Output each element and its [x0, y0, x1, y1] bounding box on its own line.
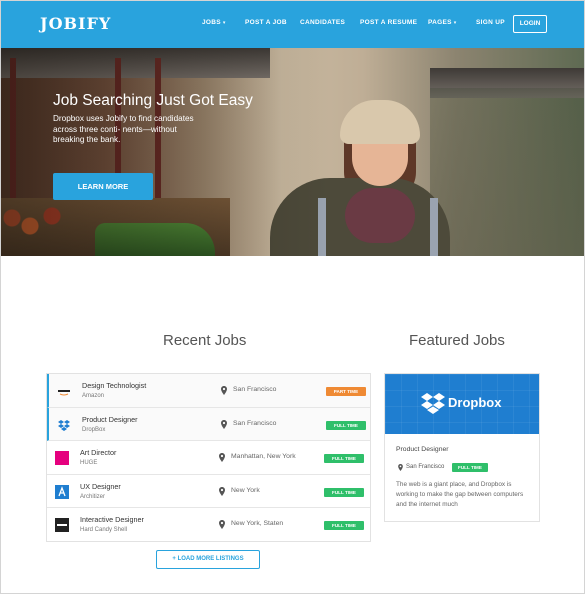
nav-item-label: POST A RESUME — [360, 19, 418, 26]
huge-logo-icon — [55, 451, 69, 466]
job-company: HUGE — [80, 460, 98, 467]
job-type-badge: PART TIME — [326, 387, 366, 396]
recent-jobs-list: Design Technologist Amazon San Francisco… — [46, 373, 371, 542]
featured-job-description: The web is a giant place, and Dropbox is… — [396, 481, 524, 508]
chevron-down-icon: ▾ — [453, 20, 457, 26]
location-pin-icon — [219, 520, 225, 530]
nav-item-post-a-resume[interactable]: POST A RESUME — [360, 19, 417, 26]
site-logo[interactable]: JOBIFY — [40, 14, 111, 33]
job-type-badge: FULL TIME — [452, 463, 488, 472]
featured-jobs-heading: Featured Jobs — [409, 332, 505, 349]
job-company: Architizer — [80, 493, 106, 500]
nav-item-label: PAGES — [428, 19, 452, 26]
nav-item-jobs[interactable]: JOBS ▾ — [202, 19, 226, 26]
job-listing-row[interactable]: UX Designer Architizer New York FULL TIM… — [47, 475, 370, 509]
nav-item-label: JOBS — [202, 19, 221, 26]
nav-item-label: CANDIDATES — [300, 19, 346, 26]
nav-item-label: POST A JOB — [245, 19, 287, 26]
chevron-down-icon: ▾ — [222, 20, 226, 26]
hero-title: Job Searching Just Got Easy — [53, 92, 253, 109]
recent-jobs-heading: Recent Jobs — [163, 332, 247, 349]
job-listing-row[interactable]: Design Technologist Amazon San Francisco… — [47, 374, 370, 408]
nav-item-candidates[interactable]: CANDIDATES — [300, 19, 345, 26]
job-location: New York, Staten — [231, 520, 284, 528]
location-pin-icon — [398, 464, 403, 471]
job-listing-row[interactable]: Interactive Designer Hard Candy Shell Ne… — [47, 508, 370, 542]
hero-overlay — [0, 48, 330, 256]
nav-item-post-a-job[interactable]: POST A JOB — [245, 19, 287, 26]
featured-job-title[interactable]: Product Designer — [396, 446, 449, 453]
featured-job-location: San Francisco — [406, 464, 445, 470]
job-title[interactable]: Art Director — [80, 448, 116, 457]
job-type-badge: FULL TIME — [326, 420, 366, 430]
background-stall — [430, 88, 585, 256]
featured-company-name: Dropbox — [448, 395, 502, 410]
hero-banner: Job Searching Just Got Easy Dropbox uses… — [0, 48, 585, 256]
location-pin-icon — [219, 453, 225, 463]
featured-company-banner: Dropbox — [385, 374, 539, 434]
job-type-badge: FULL TIME — [324, 454, 364, 464]
nav-item-pages[interactable]: PAGES ▾ — [428, 19, 457, 26]
job-location: New York — [231, 486, 260, 494]
nav-item-sign-up[interactable]: SIGN UP — [476, 19, 505, 26]
amazon-logo-icon — [58, 390, 70, 396]
location-pin-icon — [219, 486, 225, 496]
job-company: DropBox — [82, 426, 106, 433]
woman-scarf — [345, 188, 415, 243]
learn-more-button[interactable]: LEARN MORE — [53, 173, 153, 200]
job-title[interactable]: UX Designer — [80, 482, 121, 491]
woman-hat — [340, 100, 420, 144]
job-type-badge: FULL TIME — [324, 487, 364, 497]
nav-item-label: SIGN UP — [476, 19, 505, 26]
location-pin-icon — [221, 386, 227, 395]
job-company: Amazon — [82, 393, 105, 399]
top-navigation-bar: JOBIFY JOBS ▾ POST A JOB CANDIDATES POST … — [0, 0, 585, 48]
job-listing-row[interactable]: Product Designer DropBox San Francisco F… — [47, 407, 370, 442]
backpack-strap — [430, 198, 438, 256]
login-button[interactable]: LOGIN — [513, 15, 547, 33]
job-company: Hard Candy Shell — [80, 527, 128, 534]
job-title[interactable]: Product Designer — [82, 415, 138, 424]
job-title[interactable]: Interactive Designer — [80, 515, 144, 524]
dropbox-logo-icon — [421, 393, 445, 414]
featured-job-card[interactable]: Dropbox Product Designer San Francisco F… — [384, 373, 540, 522]
load-more-listings-button[interactable]: + LOAD MORE LISTINGS — [156, 550, 260, 569]
architizer-logo-icon — [55, 484, 69, 499]
hero-description: Dropbox uses Jobify to find candidates a… — [53, 114, 194, 144]
job-location: Manhattan, New York — [231, 453, 296, 461]
job-listing-row[interactable]: Art Director HUGE Manhattan, New York FU… — [47, 441, 370, 475]
hard-candy-shell-logo-icon — [55, 518, 69, 533]
job-location: San Francisco — [233, 419, 277, 427]
dropbox-logo-icon — [58, 419, 70, 431]
location-pin-icon — [221, 419, 227, 429]
job-location: San Francisco — [233, 386, 277, 393]
job-type-badge: FULL TIME — [324, 521, 364, 531]
job-title[interactable]: Design Technologist — [82, 381, 146, 390]
